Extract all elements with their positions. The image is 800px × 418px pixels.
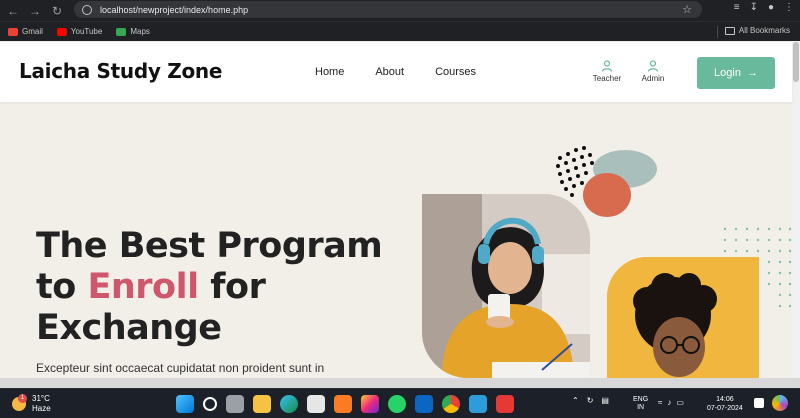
- xampp-icon[interactable]: [334, 395, 352, 413]
- menu-icon[interactable]: ⋮: [784, 2, 794, 13]
- windows-taskbar: 1 31°C Haze ⌃ ↻ ▤ ENG IN ≈ ♪ ▭ 14:06 07-…: [0, 388, 800, 418]
- maps-icon: [116, 27, 127, 36]
- wifi-icon: ≈: [658, 398, 663, 407]
- login-button[interactable]: Login →: [697, 57, 775, 89]
- whatsapp-icon[interactable]: [388, 395, 406, 413]
- bookmarks-divider: [717, 26, 718, 38]
- vscode-icon[interactable]: [469, 395, 487, 413]
- person-icon: [647, 60, 659, 72]
- taskbar-pinned-apps: [176, 395, 514, 413]
- notification-bell-icon[interactable]: [754, 398, 764, 408]
- system-tray: ⌃ ↻ ▤: [572, 396, 609, 405]
- file-explorer-icon[interactable]: [253, 395, 271, 413]
- chrome-icon[interactable]: [442, 395, 460, 413]
- bookmark-gmail[interactable]: Gmail: [8, 27, 43, 36]
- hero-subtitle: Excepteur sint occaecat cupidatat non pr…: [36, 361, 325, 375]
- hero-accent-word: Enroll: [87, 267, 199, 307]
- bookmark-youtube[interactable]: YouTube: [56, 27, 102, 36]
- page-scrollbar[interactable]: [792, 42, 800, 380]
- all-bookmarks[interactable]: All Bookmarks: [724, 26, 790, 35]
- address-bar[interactable]: localhost/newproject/index/home.php ☆: [74, 1, 702, 18]
- store-icon[interactable]: [307, 395, 325, 413]
- youtube-icon: [56, 27, 67, 36]
- url-text[interactable]: localhost/newproject/index/home.php: [100, 5, 248, 15]
- status-icons[interactable]: ≈ ♪ ▭: [658, 398, 684, 407]
- clock[interactable]: 14:06 07-07-2024: [707, 395, 743, 413]
- reload-icon[interactable]: ↻: [48, 2, 66, 20]
- bookmark-maps[interactable]: Maps: [116, 27, 150, 36]
- student-illustration: [422, 194, 590, 378]
- media-icon[interactable]: ≡: [734, 2, 740, 13]
- network-icon[interactable]: ▤: [601, 396, 609, 405]
- main-nav: Home About Courses: [315, 66, 476, 78]
- bookmarks-bar: Gmail YouTube Maps All Bookmarks: [0, 21, 800, 41]
- nav-about[interactable]: About: [375, 66, 404, 78]
- folder-icon: [724, 26, 735, 35]
- linkedin-icon[interactable]: [415, 395, 433, 413]
- gmail-icon: [8, 27, 18, 36]
- language-indicator[interactable]: ENG IN: [633, 396, 648, 412]
- horizontal-scrollbar[interactable]: [0, 378, 800, 388]
- bookmark-star-icon[interactable]: ☆: [682, 3, 692, 16]
- man-illustration: [607, 257, 759, 381]
- site-info-icon[interactable]: [82, 4, 92, 15]
- volume-icon: ♪: [667, 398, 672, 407]
- teacher-link[interactable]: Teacher: [585, 60, 629, 83]
- download-icon[interactable]: ↧: [750, 2, 758, 13]
- app-icon[interactable]: [496, 395, 514, 413]
- weather-badge: 1: [18, 394, 27, 403]
- chevron-up-icon[interactable]: ⌃: [572, 396, 579, 405]
- profile-icon[interactable]: ●: [768, 2, 774, 13]
- admin-link[interactable]: Admin: [631, 60, 675, 83]
- forward-icon[interactable]: →: [26, 2, 44, 20]
- site-logo[interactable]: Laicha Study Zone: [19, 59, 222, 83]
- arrow-right-icon: →: [746, 67, 758, 79]
- nav-home[interactable]: Home: [315, 66, 344, 78]
- task-view-icon[interactable]: [226, 395, 244, 413]
- hero-photo-man-glasses: [607, 257, 759, 381]
- site-header: Laicha Study Zone Home About Courses Tea…: [0, 42, 792, 102]
- scroll-thumb[interactable]: [793, 42, 799, 82]
- copilot-icon[interactable]: [772, 395, 788, 411]
- edge-icon[interactable]: [280, 395, 298, 413]
- instagram-icon[interactable]: [361, 395, 379, 413]
- nav-courses[interactable]: Courses: [435, 66, 476, 78]
- search-icon[interactable]: [203, 397, 217, 411]
- hero-photo-student-headphones: [422, 194, 590, 378]
- back-icon[interactable]: ←: [4, 2, 22, 20]
- windows-icon[interactable]: [176, 395, 194, 413]
- browser-toolbar: ← → ↻ localhost/newproject/index/home.ph…: [0, 0, 800, 21]
- sync-icon[interactable]: ↻: [587, 396, 594, 405]
- battery-icon: ▭: [676, 398, 684, 407]
- hero-title: The Best Program to Enroll for Exchange: [36, 226, 383, 348]
- weather-widget[interactable]: 1 31°C Haze: [12, 394, 51, 414]
- person-icon: [601, 60, 613, 72]
